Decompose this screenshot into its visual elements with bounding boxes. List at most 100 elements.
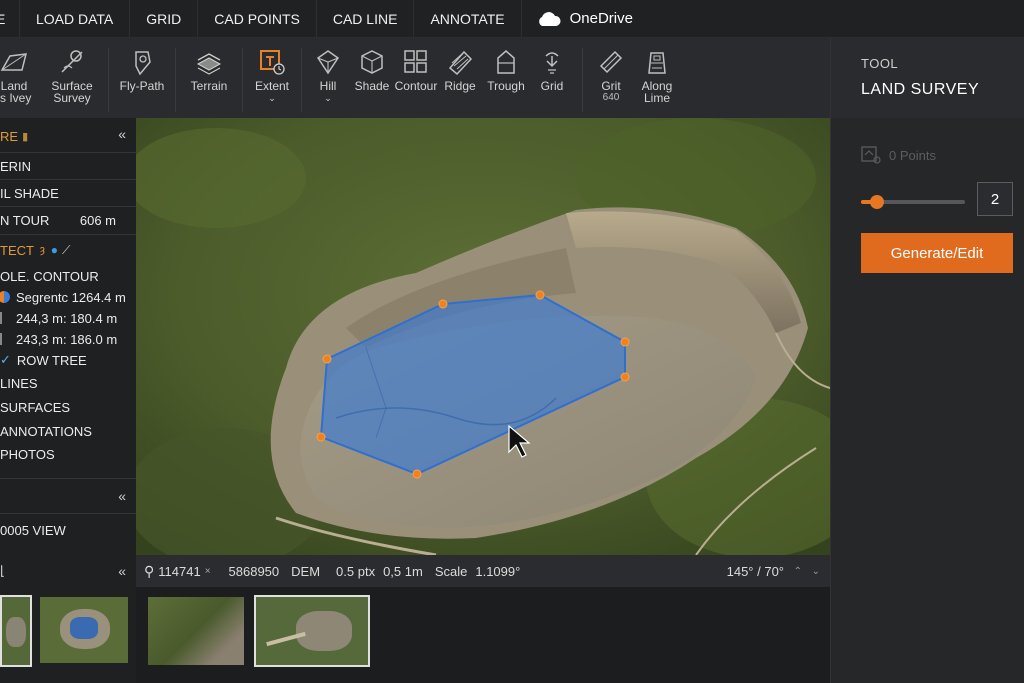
menu-annotate[interactable]: ANNOTATE bbox=[414, 0, 522, 38]
layer-annotations-label: ANNOTATIONS bbox=[0, 423, 92, 439]
divider bbox=[0, 179, 136, 180]
collapse-photos-button[interactable]: « bbox=[118, 563, 126, 579]
row-tree-item[interactable]: ✓ ROW TREE bbox=[0, 348, 87, 372]
tool-extent-label: Extent bbox=[254, 79, 290, 93]
tool-contour[interactable]: Contour bbox=[394, 48, 438, 92]
wand-icon: ⟋ bbox=[62, 242, 71, 257]
menu-grid[interactable]: GRID bbox=[130, 0, 199, 38]
photo-gallery bbox=[136, 587, 830, 683]
polygon-vertex[interactable] bbox=[438, 299, 448, 309]
polygon-vertex[interactable] bbox=[322, 354, 332, 364]
polygon-vertex[interactable] bbox=[620, 372, 630, 382]
hill-icon bbox=[316, 50, 340, 75]
tool-panel: TOOL LAND SURVEY 0 Points 2 Generate/Edi… bbox=[830, 38, 1024, 683]
layer-photos[interactable]: PHOTOS bbox=[0, 442, 55, 466]
density-value-field[interactable]: 2 bbox=[977, 182, 1013, 216]
layer-contour[interactable]: N TOUR 606 m bbox=[0, 208, 136, 232]
photo-thumbnail[interactable] bbox=[0, 595, 32, 667]
photo-thumbnail-selected[interactable] bbox=[254, 595, 370, 667]
layer-lines[interactable]: LINES bbox=[0, 371, 38, 395]
collapse-panel-button[interactable]: « bbox=[118, 126, 126, 142]
layers-section-header[interactable]: RE ▮ bbox=[0, 124, 28, 148]
polygon-vertex[interactable] bbox=[412, 469, 422, 479]
menu-load-data[interactable]: LOAD DATA bbox=[20, 0, 131, 38]
view-label: 0005 VIEW bbox=[0, 522, 66, 538]
layer-photos-label: PHOTOS bbox=[0, 446, 55, 462]
check-icon: ✓ bbox=[0, 352, 11, 367]
layer-dot-icon bbox=[0, 333, 2, 345]
toolbar-separator bbox=[301, 48, 302, 112]
view-angle: 145° / 70° bbox=[726, 563, 784, 579]
tool-along-sub: Lime bbox=[643, 91, 670, 105]
divider bbox=[0, 206, 136, 207]
photo-thumbnail[interactable] bbox=[40, 597, 128, 663]
search-icon[interactable]: ⚲ bbox=[144, 563, 154, 580]
surface-survey-icon bbox=[61, 50, 83, 73]
tool-along-line[interactable]: Along Lime bbox=[635, 48, 679, 104]
menu-item-truncated[interactable]: E bbox=[0, 0, 20, 38]
tool-hill[interactable]: Hill ⌄ bbox=[310, 48, 346, 104]
tool-trough-label: Trough bbox=[487, 79, 525, 93]
tool-terrain[interactable]: Terrain bbox=[184, 48, 234, 92]
tool-trough[interactable]: Trough bbox=[482, 48, 530, 92]
cloud-icon bbox=[538, 11, 561, 26]
view-item[interactable]: 0005 VIEW bbox=[0, 518, 66, 542]
onedrive-label: OneDrive bbox=[569, 10, 633, 27]
tool-contour-label: Contour bbox=[394, 79, 438, 93]
layer-surfaces[interactable]: SURFACES bbox=[0, 395, 70, 419]
layer-hillshade[interactable]: IL SHADE bbox=[0, 181, 59, 205]
coord-y: 5868950 bbox=[228, 563, 280, 579]
section2-title: TECT bbox=[0, 242, 34, 258]
points-counter: 0 Points bbox=[861, 146, 936, 164]
divider bbox=[0, 234, 136, 235]
layer-surfaces-label: SURFACES bbox=[0, 399, 71, 415]
divider bbox=[0, 152, 136, 153]
tool-grit[interactable]: Grit 640 bbox=[591, 48, 631, 104]
tool-shade-label: Shade bbox=[354, 79, 390, 93]
chevron-down-icon: ⌄ bbox=[324, 93, 332, 103]
grit-icon bbox=[599, 50, 623, 74]
map-viewport[interactable] bbox=[136, 118, 830, 555]
collapse-view-button[interactable]: « bbox=[118, 488, 126, 504]
detect-section-header[interactable]: TECT ȝ ● ⟋ bbox=[0, 238, 70, 262]
menu-cad-line[interactable]: CAD LINE bbox=[317, 0, 415, 38]
layer-dot-icon bbox=[0, 312, 2, 324]
tool-surface-survey[interactable]: Surface Surface Survey bbox=[44, 48, 100, 104]
menu-cad-points[interactable]: CAD POINTS bbox=[198, 0, 317, 38]
tool-shade[interactable]: Shade bbox=[350, 48, 394, 92]
ridge-icon bbox=[448, 50, 473, 76]
polygon-vertex[interactable] bbox=[316, 432, 326, 442]
layer-annotations[interactable]: ANNOTATIONS bbox=[0, 419, 92, 443]
tool-grid[interactable]: Grid bbox=[530, 48, 574, 92]
tool-ridge[interactable]: Ridge bbox=[438, 48, 482, 92]
photo-thumbnail[interactable] bbox=[148, 597, 244, 665]
toolbar-separator bbox=[175, 48, 176, 112]
row-tree-label: ROW TREE bbox=[16, 352, 87, 368]
coord-x: 114741 bbox=[158, 563, 201, 579]
slider-thumb[interactable] bbox=[869, 195, 884, 209]
divider bbox=[0, 513, 136, 514]
layer-lines-label: LINES bbox=[0, 375, 38, 391]
layers-panel: RE ▮ « ERIN IL SHADE N TOUR 606 m TECT ȝ… bbox=[0, 118, 136, 555]
layer-terrain[interactable]: ERIN bbox=[0, 154, 31, 178]
elevation-mode: DEM bbox=[291, 563, 321, 579]
density-slider[interactable] bbox=[861, 195, 965, 209]
terrain-icon bbox=[196, 53, 222, 75]
tool-extent[interactable]: Extent ⌄ bbox=[251, 48, 293, 104]
tool-land[interactable]: Land ts Ivey bbox=[0, 48, 32, 104]
chevron-down-icon[interactable]: ⌄ bbox=[812, 566, 820, 577]
contour-icon bbox=[404, 50, 427, 73]
onedrive-button[interactable]: OneDrive bbox=[522, 10, 647, 27]
link-icon: ȝ bbox=[39, 244, 45, 256]
polygon-vertex[interactable] bbox=[620, 337, 630, 347]
tool-fly-path[interactable]: Fly-Path bbox=[117, 48, 167, 92]
layer-terrain-label: ERIN bbox=[0, 158, 32, 174]
tool-fly-path-label: Fly-Path bbox=[119, 79, 165, 93]
generate-edit-button[interactable]: Generate/Edit bbox=[861, 233, 1013, 273]
toolbar-separator bbox=[582, 48, 583, 112]
section-title: RE bbox=[0, 128, 19, 144]
tool-label: TOOL bbox=[861, 56, 899, 71]
expand-icon[interactable]: ⌃ bbox=[794, 566, 802, 577]
polygon-vertex[interactable] bbox=[535, 290, 545, 300]
tool-land-sub: ts Ivey bbox=[0, 91, 32, 105]
